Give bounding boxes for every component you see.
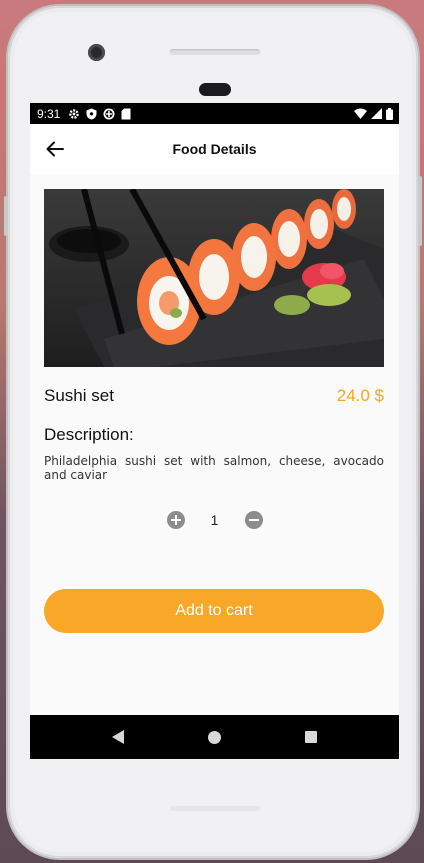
quantity-value: 1 — [210, 512, 219, 528]
shield-icon — [86, 108, 97, 119]
nav-recents-icon[interactable] — [305, 731, 317, 743]
settings-icon — [69, 108, 80, 119]
battery-icon — [386, 107, 393, 120]
food-name: Sushi set — [44, 386, 114, 405]
description-text: Philadelphia sushi set with salmon, chee… — [44, 454, 384, 482]
top-speaker-grille — [170, 49, 260, 55]
sushi-photo — [44, 189, 384, 367]
status-bar: 9:31 — [30, 103, 399, 124]
phone-side-button — [4, 196, 8, 236]
status-notification-icons — [68, 108, 131, 120]
description-title: Description: — [44, 425, 134, 444]
wifi-icon — [354, 108, 367, 119]
decrease-quantity-button[interactable] — [244, 511, 263, 529]
sd-card-icon — [121, 108, 131, 119]
quantity-stepper: 1 — [30, 511, 399, 529]
page-title: Food Details — [172, 141, 257, 157]
cellular-signal-icon — [371, 108, 382, 119]
front-camera — [88, 44, 105, 61]
add-to-cart-button[interactable]: Add to cart — [44, 589, 384, 633]
nav-back-icon[interactable] — [112, 730, 124, 744]
android-navigation-bar — [30, 715, 399, 759]
nav-home-icon[interactable] — [208, 730, 221, 744]
status-time: 9:31 — [37, 106, 61, 121]
app-bar: Food Details — [30, 124, 399, 174]
data-saver-icon — [103, 108, 115, 119]
increase-quantity-button[interactable] — [166, 511, 185, 529]
food-header-row: Sushi set 24.0 $ — [44, 386, 384, 406]
app-screen: 9:31 Food Details Sushi set 24.0 $ Descr… — [30, 103, 399, 759]
food-image — [44, 189, 384, 367]
bottom-speaker-grille — [170, 806, 260, 811]
status-system-icons — [354, 107, 393, 120]
back-arrow-icon[interactable] — [44, 138, 66, 160]
earpiece — [199, 83, 231, 96]
food-price: 24.0 $ — [336, 386, 384, 405]
phone-volume-button — [418, 176, 422, 246]
